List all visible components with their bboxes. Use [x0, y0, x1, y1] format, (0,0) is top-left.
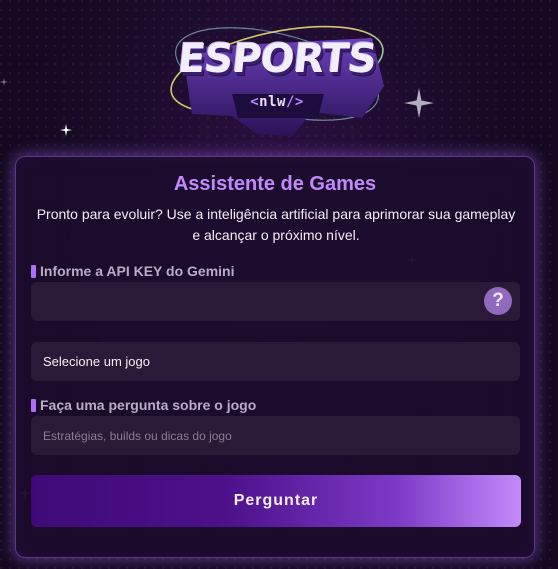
card-subtitle: Pronto para evoluir? Use a inteligência …: [36, 206, 516, 243]
api-key-input[interactable]: [31, 282, 520, 321]
logo-tag: <nlw/>: [250, 94, 304, 110]
label-marker: [31, 264, 36, 278]
question-input[interactable]: [31, 416, 520, 455]
sparkle-icon: [0, 78, 8, 86]
label-marker: [31, 398, 36, 412]
sparkle-icon: [60, 124, 72, 136]
esports-logo: ESPORTS <nlw/>: [162, 8, 392, 148]
ask-button[interactable]: Perguntar: [31, 475, 521, 527]
api-key-field: ?: [31, 282, 520, 321]
sparkle-icon: [404, 88, 434, 118]
game-select[interactable]: Selecione um jogo: [31, 342, 520, 381]
question-circle-icon[interactable]: ?: [484, 287, 512, 315]
question-label: Faça uma pergunta sobre o jogo: [31, 397, 256, 413]
game-select-value: Selecione um jogo: [43, 354, 150, 369]
api-key-label: Informe a API KEY do Gemini: [31, 263, 234, 279]
assistant-card: Assistente de Games Pronto para evoluir?…: [15, 156, 535, 558]
question-field: [31, 416, 520, 455]
card-title: Assistente de Games: [173, 173, 377, 195]
logo-wordmark: ESPORTS: [175, 36, 379, 82]
